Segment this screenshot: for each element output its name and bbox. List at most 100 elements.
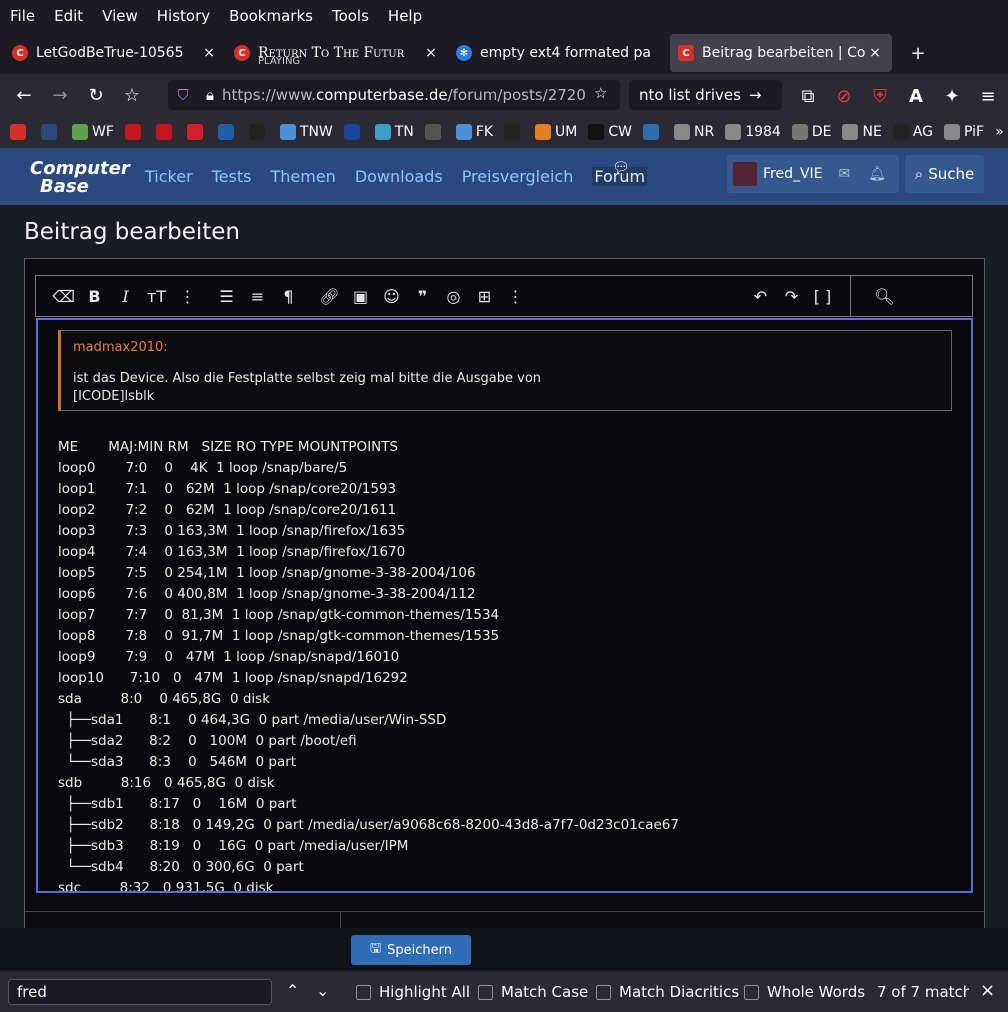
addon-icon[interactable]: ✦ [934, 80, 970, 112]
user-menu[interactable]: Fred_VIE ✉ 🔔︎ [727, 155, 899, 193]
code-line: sdc 8:32 0 931,5G 0 disk [58, 880, 274, 893]
go-arrow-icon[interactable]: → [749, 86, 762, 104]
redo-icon[interactable]: ↷ [776, 281, 807, 311]
search-bar[interactable]: nto list drives → [629, 80, 782, 110]
search-button[interactable]: ⌕ Suche [905, 155, 984, 193]
find-previous-icon[interactable]: ⌃ [286, 981, 299, 1000]
find-input[interactable]: fred [8, 979, 272, 1005]
bookmark-item[interactable]: DE [791, 124, 831, 140]
bookmark-item[interactable] [186, 124, 207, 140]
menu-tools[interactable]: Tools [332, 7, 369, 25]
bookmark-item[interactable]: TNW [279, 124, 333, 140]
bell-icon[interactable]: 🔔︎ [868, 166, 886, 182]
tab-title: LetGodBeTrue-10565 [36, 45, 184, 61]
nav-downloads[interactable]: Downloads [355, 167, 443, 186]
eraser-icon[interactable]: ⌫ [48, 281, 79, 311]
bookmark-item[interactable]: 1984 [725, 124, 781, 140]
whole-words-checkbox[interactable]: Whole Words [744, 983, 865, 1001]
bookmark-item[interactable]: UM [535, 124, 577, 140]
menu-help[interactable]: Help [388, 7, 422, 25]
menu-bookmarks[interactable]: Bookmarks [229, 7, 313, 25]
quote-icon[interactable]: ❞ [407, 281, 438, 311]
match-case-checkbox[interactable]: Match Case [478, 983, 588, 1001]
save-button[interactable]: 🖫 Speichern [351, 935, 471, 965]
menu-view[interactable]: View [102, 7, 138, 25]
bookmark-label: FK [475, 124, 494, 140]
bookmark-item[interactable] [343, 124, 364, 140]
match-diacritics-checkbox[interactable]: Match Diacritics [596, 983, 739, 1001]
tab-empty-ext4[interactable]: ✻ empty ext4 formated pa [448, 34, 670, 72]
bookmark-item[interactable] [424, 124, 445, 140]
close-icon[interactable]: × [200, 45, 218, 61]
bookmark-item[interactable] [217, 124, 238, 140]
highlight-all-checkbox[interactable]: Highlight All [356, 983, 470, 1001]
paragraph-icon[interactable]: ¶ [273, 281, 304, 311]
bookmark-item[interactable] [643, 124, 663, 140]
bookmark-item[interactable] [504, 124, 524, 140]
close-find-icon[interactable]: × [980, 980, 995, 1001]
close-icon[interactable]: × [422, 45, 440, 61]
tab-letgodbetrue[interactable]: C LetGodBeTrue-10565 × [4, 34, 226, 72]
link-icon[interactable]: 🔗︎ [314, 281, 345, 311]
bookmark-item[interactable]: PiF [944, 124, 984, 140]
back-arrow-icon[interactable]: ← [6, 79, 42, 111]
bold-icon[interactable]: B [79, 281, 110, 311]
url-bar[interactable]: ⛉ 🔒︎ https://www. computerbase.de/forum/p… [168, 80, 620, 110]
tab-return-to-the-future[interactable]: C Return To The Futur PLAYING × [226, 34, 448, 72]
forward-arrow-icon[interactable]: → [42, 79, 78, 111]
blocker-icon[interactable]: ⊘ [826, 80, 862, 112]
bookmark-item[interactable]: NR [674, 124, 714, 140]
bookmark-item[interactable]: AG [892, 124, 933, 140]
spoiler-icon[interactable]: ◎ [438, 281, 469, 311]
font-a-icon[interactable]: A [898, 80, 934, 112]
menu-edit[interactable]: Edit [54, 7, 83, 25]
nav-ticker[interactable]: Ticker [145, 167, 193, 186]
bookmark-item[interactable]: FK [455, 124, 494, 140]
menu-history[interactable]: History [157, 7, 210, 25]
bbcode-toggle-icon[interactable]: [ ] [807, 281, 838, 311]
mail-icon[interactable]: ✉ [839, 166, 851, 182]
smiley-icon[interactable]: ☺ [376, 281, 407, 311]
save-button-label: Speichern [387, 942, 452, 958]
undo-icon[interactable]: ↶ [745, 281, 776, 311]
menu-file[interactable]: File [10, 7, 35, 25]
italic-icon[interactable]: I [110, 281, 141, 311]
close-icon[interactable]: × [866, 45, 884, 61]
bookmark-item[interactable] [248, 124, 269, 140]
ublock-icon[interactable]: ⛨ [862, 80, 898, 112]
extension-icon[interactable]: ⧉ [790, 80, 826, 112]
bookmark-item[interactable] [155, 124, 176, 140]
align-icon[interactable]: ≡ [242, 281, 273, 311]
nav-tests[interactable]: Tests [212, 167, 252, 186]
bookmark-page-icon[interactable]: ☆ [114, 79, 150, 111]
bookmarks-overflow-icon[interactable]: » [995, 124, 1004, 140]
menu-bar: File Edit View History Bookmarks Tools H… [0, 0, 1008, 32]
tab-beitrag-bearbeiten[interactable]: C Beitrag bearbeiten | Cor × [670, 34, 892, 72]
bookmark-item[interactable]: TN [374, 124, 414, 140]
bookmark-item[interactable] [124, 124, 145, 140]
nav-themen[interactable]: Themen [270, 167, 335, 186]
find-next-icon[interactable]: ⌄ [316, 981, 329, 1000]
bookmark-item[interactable]: NE [842, 124, 882, 140]
bookmark-item[interactable]: WF [72, 124, 114, 140]
star-icon[interactable]: ☆ [594, 84, 614, 102]
bookmark-item[interactable] [41, 124, 61, 140]
red-c-icon: C [12, 45, 28, 61]
more-vertical-icon[interactable]: ⋮ [172, 281, 203, 311]
hamburger-menu-icon[interactable]: ≡ [970, 80, 1006, 112]
list-icon[interactable]: ☰ [211, 281, 242, 311]
more-vertical-icon[interactable]: ⋮ [500, 281, 531, 311]
preview-icon[interactable]: 🔍︎ [869, 281, 900, 311]
floppy-disk-icon: 🖫 [370, 941, 382, 956]
nav-preisvergleich[interactable]: Preisvergleich [462, 167, 574, 186]
editor-text-area[interactable]: madmax2010: ist das Device. Also die Fes… [36, 318, 973, 893]
code-line: loop10 7:10 0 47M 1 loop /snap/snapd/162… [58, 670, 408, 686]
new-tab-button[interactable]: + [900, 37, 936, 69]
bookmark-item[interactable] [10, 124, 30, 140]
text-size-icon[interactable]: тT [141, 281, 172, 311]
table-icon[interactable]: ⊞ [469, 281, 500, 311]
reload-icon[interactable]: ↻ [78, 79, 114, 111]
bookmark-item[interactable]: CW [588, 124, 632, 140]
computerbase-logo[interactable]: Computer Base [24, 156, 130, 197]
image-icon[interactable]: ▣ [345, 281, 376, 311]
